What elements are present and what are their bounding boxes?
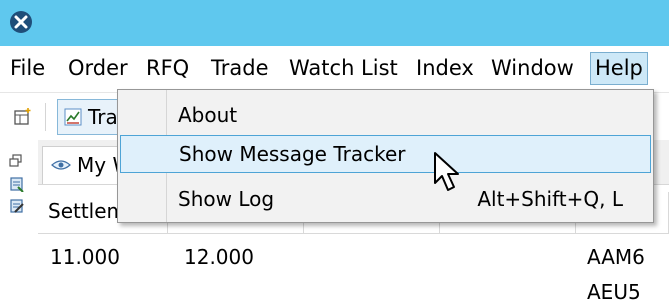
menu-order[interactable]: Order <box>64 52 132 85</box>
menu-window[interactable]: Window <box>487 52 578 85</box>
menu-rfq[interactable]: RFQ <box>142 52 193 85</box>
menu-item-label: Show Message Tracker <box>179 142 406 166</box>
new-window-icon[interactable] <box>13 107 33 127</box>
menu-item-about[interactable]: About <box>120 97 651 135</box>
menu-help[interactable]: Help <box>590 52 648 85</box>
pin-icon[interactable] <box>9 176 25 192</box>
restore-icon[interactable] <box>9 154 23 168</box>
table-cell: AAM6 <box>587 245 645 269</box>
menu-item-shortcut: Alt+Shift+Q, L <box>477 187 623 211</box>
help-dropdown-menu: About Show Message Tracker Show Log Alt+… <box>117 89 654 223</box>
menu-item-label: Show Log <box>178 187 275 211</box>
table-cell: 11.000 <box>50 245 120 269</box>
menu-bar: File Order RFQ Trade Watch List Index Wi… <box>0 46 669 92</box>
eye-icon <box>51 160 71 170</box>
edit-icon[interactable] <box>9 198 25 214</box>
menu-item-show-message-tracker[interactable]: Show Message Tracker <box>120 135 651 173</box>
menu-item-show-log[interactable]: Show Log Alt+Shift+Q, L <box>120 181 651 219</box>
menu-index[interactable]: Index <box>412 52 478 85</box>
toolbar-separator <box>45 103 46 131</box>
menu-file[interactable]: File <box>6 52 49 85</box>
table-cell: AEU5 <box>587 280 641 304</box>
left-strip <box>0 140 38 287</box>
app-close-icon[interactable] <box>9 10 33 34</box>
title-bar <box>0 0 669 46</box>
trade-chart-icon <box>64 108 82 126</box>
table-cell: 12.000 <box>184 245 254 269</box>
menu-watch-list[interactable]: Watch List <box>285 52 402 85</box>
menu-trade[interactable]: Trade <box>207 52 273 85</box>
menu-item-label: About <box>178 103 238 127</box>
